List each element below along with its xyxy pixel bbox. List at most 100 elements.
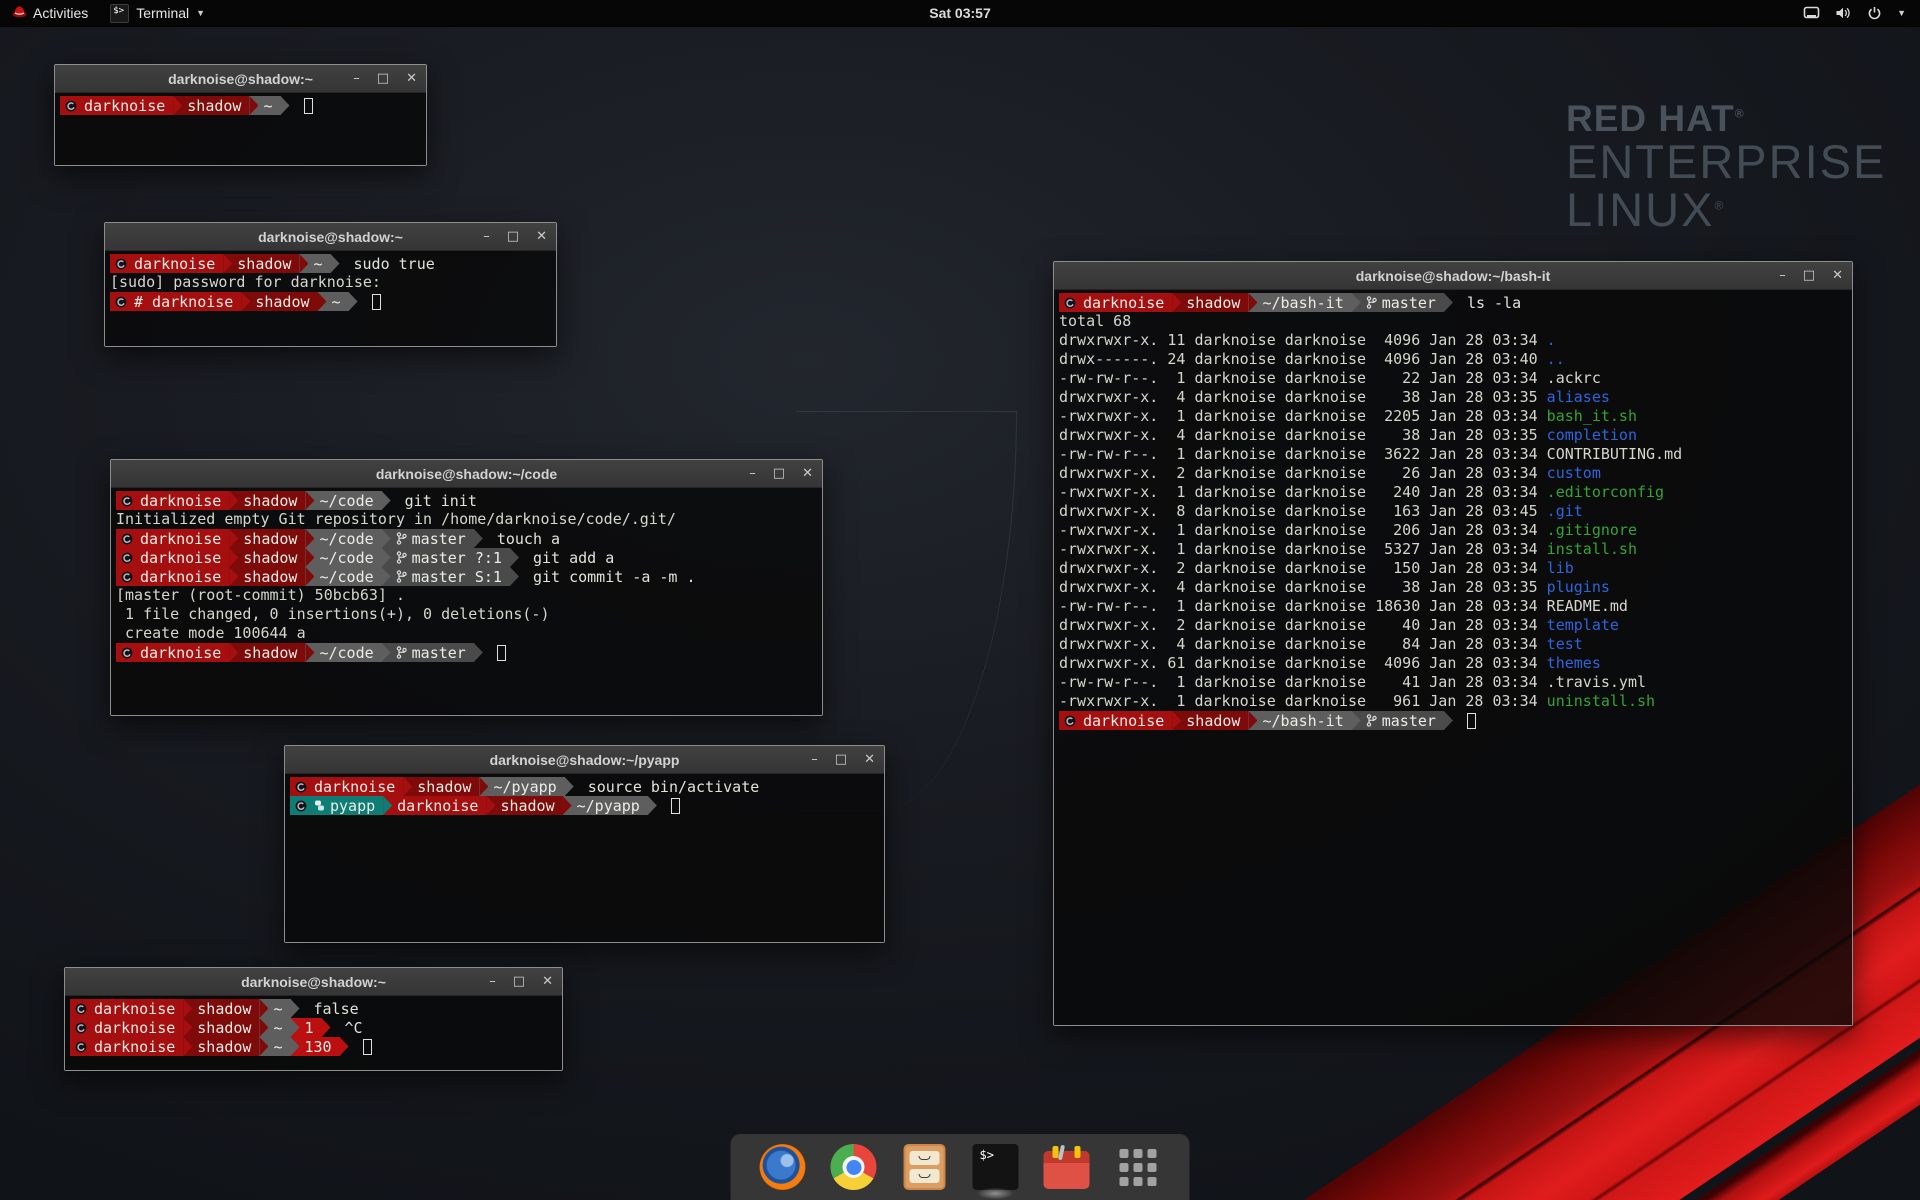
prompt-segment-host: shadow [229,567,305,586]
app-grid-icon-part [1147,1149,1156,1158]
prompt-segment-host: shadow [183,1018,259,1037]
terminal-window[interactable]: darknoise@shadow:~–□✕darknoiseshadow~fal… [64,967,563,1071]
ls-row-name: .ackrc [1547,369,1601,387]
minimize-button[interactable]: – [811,753,818,766]
prompt-segment-git: master [1352,293,1444,312]
files-icon-part [910,1151,940,1165]
close-button[interactable]: ✕ [542,975,553,988]
distro-swirl-icon [295,781,307,793]
toolbox-icon-part [1075,1146,1081,1158]
prompt-segment-host: shadow [183,999,259,1018]
prompt-line: darknoiseshadow~false [70,999,562,1018]
chevron-down-icon[interactable]: ▼ [1897,8,1906,18]
close-button[interactable]: ✕ [406,72,417,85]
window-titlebar[interactable]: darknoise@shadow:~–□✕ [105,223,556,251]
prompt-line: # darknoiseshadow~ [110,292,556,311]
minimize-button[interactable]: – [749,467,756,480]
window-titlebar[interactable]: darknoise@shadow:~–□✕ [55,65,426,93]
clock[interactable]: Sat 03:57 [929,5,990,21]
app-grid-icon-part [1147,1177,1156,1186]
terminal-icon-part: $> [980,1148,994,1162]
ls-row: -rw-rw-r--. 1 darknoise darknoise 18630 … [1059,597,1852,616]
terminal-content[interactable]: darknoiseshadow~/codegit initInitialized… [111,488,822,715]
terminal-content[interactable]: darknoiseshadow~ [55,93,426,165]
ls-row: -rwxrwxr-x. 1 darknoise darknoise 961 Ja… [1059,692,1852,711]
terminal-content[interactable]: darknoiseshadow~/pyappsource bin/activat… [285,774,884,942]
prompt-segment-user: darknoise [70,1018,183,1037]
command-text: touch a [497,530,560,548]
prompt-line: darknoiseshadow~130 [70,1037,562,1056]
command-text: git commit -a -m . [533,568,696,586]
app-grid-icon[interactable] [1114,1143,1162,1191]
window-titlebar[interactable]: darknoise@shadow:~/pyapp–□✕ [285,746,884,774]
ls-row-name: .editorconfig [1547,483,1664,501]
distro-swirl-icon [295,800,307,812]
prompt-line: darknoiseshadow~/codemaster ?:1git add a [116,548,822,567]
terminal-content[interactable]: darknoiseshadow~sudo true[sudo] password… [105,251,556,346]
toolbox-icon[interactable] [1043,1143,1091,1191]
dash-dock: $> [731,1134,1190,1200]
firefox-icon[interactable] [759,1143,807,1191]
ls-row: -rwxrwxr-x. 1 darknoise darknoise 2205 J… [1059,407,1852,426]
files-icon-part [904,1144,946,1190]
activities-button[interactable]: Activities [0,0,100,26]
distro-swirl-icon [65,100,77,112]
ls-row-meta: -rwxrwxr-x. 1 darknoise darknoise 240 Ja… [1059,483,1547,501]
minimize-button[interactable]: – [489,975,496,988]
terminal-cursor [304,98,313,114]
close-button[interactable]: ✕ [802,467,813,480]
app-menu-terminal[interactable]: $> Terminal ▼ [100,0,215,26]
maximize-button[interactable]: □ [1803,269,1815,282]
prompt-segment-venv: pyapp [290,796,383,815]
ls-row: drwxrwxr-x. 8 darknoise darknoise 163 Ja… [1059,502,1852,521]
terminal-window[interactable]: darknoise@shadow:~–□✕darknoiseshadow~sud… [104,222,557,347]
display-icon[interactable] [1803,6,1820,20]
git-branch-icon [396,532,407,545]
output-line: Initialized empty Git repository in /hom… [116,510,822,529]
terminal-content[interactable]: darknoiseshadow~/bash-itmasterls -latota… [1054,290,1852,1025]
ls-row-meta: -rw-rw-r--. 1 darknoise darknoise 18630 … [1059,597,1547,615]
terminal-window[interactable]: darknoise@shadow:~–□✕darknoiseshadow~ [54,64,427,166]
ls-row-meta: drwxrwxr-x. 11 darknoise darknoise 4096 … [1059,331,1547,349]
minimize-button[interactable]: – [353,72,360,85]
ls-row: drwxrwxr-x. 2 darknoise darknoise 26 Jan… [1059,464,1852,483]
terminal-icon[interactable]: $> [972,1143,1020,1191]
prompt-line: darknoiseshadow~/pyappsource bin/activat… [290,777,884,796]
maximize-button[interactable]: □ [507,230,519,243]
maximize-button[interactable]: □ [773,467,785,480]
maximize-button[interactable]: □ [377,72,389,85]
minimize-button[interactable]: – [483,230,490,243]
terminal-cursor [497,645,506,661]
maximize-button[interactable]: □ [513,975,525,988]
firefox-icon-part [760,1144,806,1190]
window-titlebar[interactable]: darknoise@shadow:~/bash-it–□✕ [1054,262,1852,290]
power-icon[interactable] [1867,6,1882,21]
chrome-icon[interactable] [830,1143,878,1191]
ls-row-meta: -rwxrwxr-x. 1 darknoise darknoise 961 Ja… [1059,692,1547,710]
chrome-icon-part [843,1156,865,1178]
prompt-segment-host: shadow [241,292,317,311]
close-button[interactable]: ✕ [864,753,875,766]
volume-icon[interactable] [1835,6,1852,20]
window-titlebar[interactable]: darknoise@shadow:~/code–□✕ [111,460,822,488]
minimize-button[interactable]: – [1779,269,1786,282]
app-grid-icon-part [1133,1163,1142,1172]
terminal-window[interactable]: darknoise@shadow:~/code–□✕darknoiseshado… [110,459,823,716]
ls-row-meta: -rw-rw-r--. 1 darknoise darknoise 3622 J… [1059,445,1547,463]
git-branch-icon [396,551,407,564]
close-button[interactable]: ✕ [536,230,547,243]
terminal-window[interactable]: darknoise@shadow:~/pyapp–□✕darknoiseshad… [284,745,885,943]
files-icon[interactable] [901,1143,949,1191]
ls-row-name: CONTRIBUTING.md [1547,445,1682,463]
output-line: total 68 [1059,312,1852,331]
terminal-window[interactable]: darknoise@shadow:~/bash-it–□✕darknoisesh… [1053,261,1853,1026]
terminal-app-icon: $> [110,4,129,23]
command-text: false [314,1000,359,1018]
prompt-segment-host: shadow [403,777,479,796]
ls-row-name: plugins [1547,578,1610,596]
close-button[interactable]: ✕ [1832,269,1843,282]
maximize-button[interactable]: □ [835,753,847,766]
window-titlebar[interactable]: darknoise@shadow:~–□✕ [65,968,562,996]
ls-row-meta: -rwxrwxr-x. 1 darknoise darknoise 206 Ja… [1059,521,1547,539]
terminal-content[interactable]: darknoiseshadow~falsedarknoiseshadow~1^C… [65,996,562,1070]
